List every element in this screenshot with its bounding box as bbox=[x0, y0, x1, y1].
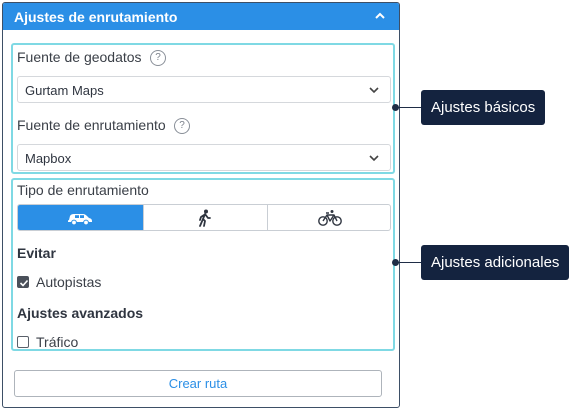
geodata-source-select[interactable]: Gurtam Maps bbox=[17, 76, 391, 103]
highways-label: Autopistas bbox=[36, 274, 102, 290]
routing-source-select[interactable]: Mapbox bbox=[17, 144, 391, 171]
help-icon[interactable]: ? bbox=[174, 118, 190, 134]
highways-checkbox[interactable] bbox=[17, 276, 29, 288]
panel-header[interactable]: Ajustes de enrutamiento bbox=[3, 3, 399, 30]
routing-type-walking[interactable] bbox=[142, 205, 268, 230]
routing-type-car[interactable] bbox=[18, 205, 143, 230]
advanced-settings-label: Ajustes avanzados bbox=[17, 305, 144, 321]
checkmark-icon bbox=[19, 279, 29, 287]
geodata-source-label: Fuente de geodatos bbox=[17, 49, 142, 65]
chevron-up-icon[interactable] bbox=[374, 10, 386, 22]
callout-additional-settings: Ajustes adicionales bbox=[421, 245, 570, 280]
car-icon bbox=[68, 213, 93, 225]
geodata-source-value: Gurtam Maps bbox=[25, 83, 104, 98]
bicycle-icon bbox=[318, 209, 342, 226]
callout-line bbox=[396, 262, 421, 263]
callout-line bbox=[396, 107, 421, 108]
routing-source-label: Fuente de enrutamiento bbox=[17, 117, 166, 133]
routing-type-selector bbox=[17, 204, 391, 231]
routing-type-label: Tipo de enrutamiento bbox=[17, 182, 149, 198]
avoid-label: Evitar bbox=[17, 245, 56, 261]
basic-settings-group: Fuente de geodatos ? Gurtam Maps Fuente … bbox=[11, 43, 395, 174]
traffic-checkbox[interactable] bbox=[17, 336, 29, 348]
additional-settings-group: Tipo de enrutamiento Evitar Autopistas A… bbox=[11, 178, 395, 351]
routing-settings-panel: Ajustes de enrutamiento Fuente de geodat… bbox=[2, 2, 400, 408]
chevron-down-icon bbox=[369, 155, 379, 162]
routing-source-value: Mapbox bbox=[25, 151, 72, 166]
help-icon[interactable]: ? bbox=[150, 50, 166, 66]
create-route-button[interactable]: Crear ruta bbox=[14, 370, 382, 397]
routing-type-bicycle[interactable] bbox=[267, 205, 390, 230]
callout-basic-settings: Ajustes básicos bbox=[421, 90, 546, 125]
chevron-down-icon bbox=[369, 87, 379, 94]
walking-icon bbox=[199, 209, 212, 227]
panel-title: Ajustes de enrutamiento bbox=[14, 9, 178, 25]
traffic-label: Tráfico bbox=[36, 334, 79, 350]
